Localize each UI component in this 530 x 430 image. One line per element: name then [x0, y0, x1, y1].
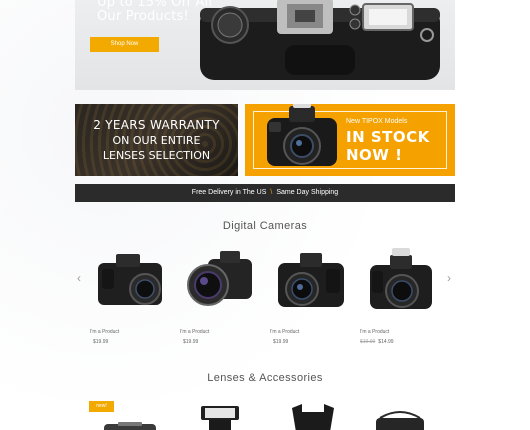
product-current-price: $19.99 [183, 339, 199, 345]
product-name[interactable]: I'm a Product [90, 329, 170, 335]
same-day-shipping-text: Same Day Shipping [276, 189, 339, 196]
product-price: $19.99 [180, 339, 260, 345]
product-image[interactable] [360, 245, 440, 320]
strip-separator: \ [270, 189, 273, 196]
carousel-next-icon[interactable]: › [447, 271, 451, 285]
product-name[interactable]: I'm a Product [360, 329, 440, 335]
in-stock-now: NOW ! [346, 146, 403, 164]
product-name[interactable]: I'm a Product [270, 329, 350, 335]
product-image[interactable] [270, 245, 350, 320]
product-current-price: $14.99 [378, 339, 394, 345]
carousel-prev-icon[interactable]: ‹ [77, 271, 81, 285]
product-current-price: $19.99 [273, 339, 289, 345]
warranty-subline2: LENSES SELECTION [102, 149, 211, 162]
free-delivery-text: Free Delivery in The US [191, 189, 267, 196]
product-price: $19.99 [270, 339, 350, 345]
flash-image[interactable] [195, 402, 245, 430]
product-image[interactable] [180, 245, 260, 320]
promo-camera-image [267, 104, 337, 166]
accessory-image[interactable] [100, 402, 160, 430]
product-image[interactable] [90, 245, 170, 320]
hero-banner[interactable]: Up to 15% Off All Our Products! Shop Now [75, 0, 455, 90]
product-price: $19.99 [90, 339, 170, 345]
lens-hood-image[interactable] [288, 402, 338, 430]
in-stock-headline: IN STOCK [346, 128, 430, 146]
warranty-subline1: ON OUR ENTIRE [112, 134, 201, 147]
hero-headline-line2: Our Products! [97, 9, 189, 24]
warranty-promo-banner[interactable]: 2 YEARS WARRANTY ON OUR ENTIRE LENSES SE… [75, 104, 238, 176]
delivery-strip: Free Delivery in The US \ Same Day Shippin… [75, 184, 455, 202]
lenses-accessories-title: Lenses & Accessories [207, 372, 323, 384]
camera-bag-image[interactable] [370, 402, 430, 430]
product-old-price: $19.99 [360, 339, 376, 345]
in-stock-promo-banner[interactable]: New TIPOX Models IN STOCK NOW ! [245, 104, 455, 176]
product-name[interactable]: I'm a Product [180, 329, 260, 335]
shop-now-button[interactable]: Shop Now [90, 37, 159, 52]
product-price: $19.99 $14.99 [360, 339, 440, 345]
digital-cameras-title: Digital Cameras [222, 220, 308, 232]
in-stock-small-text: New TIPOX Models [346, 118, 408, 125]
hero-camera-image [200, 0, 440, 80]
product-current-price: $19.99 [93, 339, 109, 345]
warranty-headline: 2 YEARS WARRANTY [93, 118, 220, 132]
